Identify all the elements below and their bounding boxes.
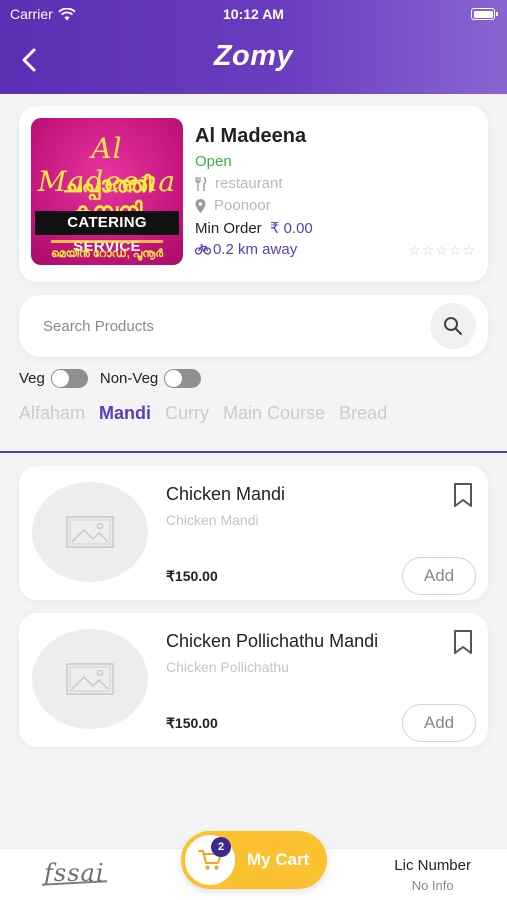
license-info: Lic Number No Info: [394, 857, 471, 893]
cart-icon-circle: 2: [185, 835, 235, 885]
store-status: Open: [195, 153, 232, 170]
cutlery-icon: [195, 176, 207, 191]
product-price: ₹150.00: [166, 715, 218, 731]
nonveg-toggle[interactable]: [164, 369, 202, 388]
store-logo: Al Madeena ചപ്പാത്തി കമ്പനി CATERING SER…: [31, 118, 183, 265]
product-image-placeholder: [32, 482, 148, 582]
app-title: Zomy: [213, 40, 294, 72]
veg-toggle[interactable]: [50, 369, 88, 388]
my-cart-button[interactable]: 2 My Cart: [181, 831, 327, 889]
min-order-value: ₹ 0.00: [269, 220, 313, 237]
tab-mandi[interactable]: Mandi: [99, 403, 151, 424]
product-description: Chicken Mandi: [166, 512, 259, 528]
bicycle-icon: [195, 244, 211, 255]
store-name: Al Madeena: [195, 125, 307, 147]
tab-bread[interactable]: Bread: [339, 403, 387, 424]
status-bar: Carrier 10:12 AM: [0, 6, 507, 26]
cart-label: My Cart: [247, 850, 310, 869]
add-button[interactable]: Add: [402, 704, 476, 742]
tab-alfaham[interactable]: Alfaham: [19, 403, 85, 424]
app-header: Carrier 10:12 AM Zomy: [0, 0, 507, 94]
category-tabs: Alfaham Mandi Curry Main Course Bread: [19, 403, 387, 424]
store-distance: 0.2 km away: [195, 241, 297, 258]
fssai-logo: fssai: [44, 859, 105, 887]
tab-divider: [0, 451, 507, 453]
add-button[interactable]: Add: [402, 557, 476, 595]
store-category: restaurant: [195, 175, 283, 192]
product-price: ₹150.00: [166, 568, 218, 584]
bookmark-icon[interactable]: [452, 629, 474, 655]
product-card[interactable]: Chicken Mandi Chicken Mandi ₹150.00 Add: [19, 466, 488, 600]
battery-icon: [471, 8, 498, 20]
veg-label: Veg: [19, 370, 45, 387]
min-order: Min Order ₹ 0.00: [195, 219, 313, 237]
product-image-placeholder: [32, 629, 148, 729]
search-button[interactable]: [430, 303, 476, 349]
rating-stars: ☆☆☆☆☆: [408, 242, 476, 258]
logo-rule: [51, 240, 163, 243]
diet-filters: Veg Non-Veg: [19, 369, 213, 388]
location-pin-icon: [195, 198, 206, 213]
store-card: Al Madeena ചപ്പാത്തി കമ്പനി CATERING SER…: [19, 106, 488, 282]
product-name: Chicken Mandi: [166, 484, 286, 504]
nonveg-label: Non-Veg: [99, 370, 159, 387]
tab-curry[interactable]: Curry: [165, 403, 209, 424]
store-category-label: restaurant: [215, 175, 283, 192]
image-placeholder-icon: [66, 663, 114, 695]
store-location: Poonoor: [195, 197, 271, 214]
min-order-label: Min Order: [195, 220, 262, 237]
product-card[interactable]: Chicken Pollichathu Mandi Chicken Pollic…: [19, 613, 488, 747]
search-icon: [444, 317, 463, 336]
store-distance-label: 0.2 km away: [213, 241, 298, 258]
search-input[interactable]: [43, 295, 403, 357]
cart-count-badge: 2: [211, 837, 231, 857]
tab-main-course[interactable]: Main Course: [223, 403, 325, 424]
product-name: Chicken Pollichathu Mandi: [166, 631, 379, 651]
logo-address: മെയിൻ റോഡ്, പൂനൂർ: [50, 248, 164, 260]
store-location-label: Poonoor: [214, 197, 271, 214]
license-label: Lic Number: [394, 857, 471, 874]
product-description: Chicken Pollichathu: [166, 659, 289, 675]
bookmark-icon[interactable]: [452, 482, 474, 508]
image-placeholder-icon: [66, 516, 114, 548]
license-value: No Info: [411, 878, 454, 893]
search-bar: [19, 295, 488, 357]
clock: 10:12 AM: [223, 6, 284, 22]
logo-banner: CATERING SERVICE: [35, 211, 179, 255]
